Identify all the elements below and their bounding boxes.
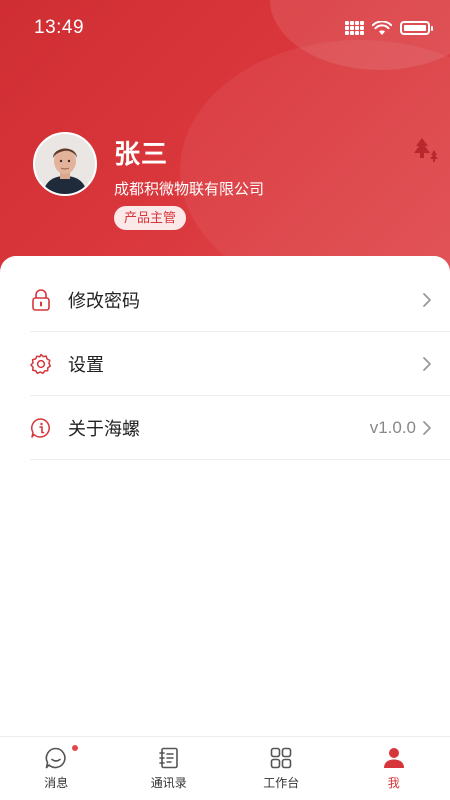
user-name: 张三 — [114, 139, 169, 169]
nav-contacts[interactable]: 通讯录 — [113, 737, 226, 800]
avatar[interactable] — [33, 132, 97, 196]
chevron-right-icon — [423, 356, 431, 371]
menu-about[interactable]: 关于海螺 v1.0.0 — [30, 396, 450, 460]
company-name: 成都积微物联有限公司 — [114, 181, 265, 198]
nav-workbench[interactable]: 工作台 — [225, 737, 338, 800]
gear-icon — [30, 353, 52, 375]
menu-label: 设置 — [68, 354, 104, 375]
settings-card: 修改密码 设置 关于海螺 v1.0.0 — [0, 256, 450, 736]
nav-me[interactable]: 我 — [338, 737, 450, 800]
status-bar: 13:49 — [0, 0, 450, 56]
grid-icon — [270, 747, 292, 769]
app-version: v1.0.0 — [369, 417, 416, 437]
lock-icon — [30, 288, 52, 311]
menu-label: 修改密码 — [68, 290, 140, 311]
signal-icon — [345, 21, 364, 35]
nav-label: 通讯录 — [150, 776, 187, 790]
chevron-right-icon — [423, 420, 431, 435]
chat-icon — [45, 747, 66, 769]
chevron-right-icon — [423, 292, 431, 307]
status-icons — [345, 20, 433, 36]
user-icon — [383, 748, 404, 768]
role-badge: 产品主管 — [114, 206, 187, 230]
notification-dot — [72, 745, 78, 751]
menu-label: 关于海螺 — [68, 418, 140, 439]
nav-label: 工作台 — [263, 776, 300, 790]
menu-change-password[interactable]: 修改密码 — [30, 268, 450, 332]
battery-icon — [400, 21, 433, 35]
nav-label: 我 — [387, 776, 400, 790]
nav-label: 消息 — [44, 776, 69, 790]
tree-decoration-icon — [414, 138, 438, 162]
wifi-icon — [372, 20, 392, 35]
contacts-icon — [158, 747, 178, 769]
header-decoration — [180, 40, 450, 280]
bottom-nav: 消息 通讯录 工作台 我 — [0, 736, 450, 800]
info-icon — [30, 417, 52, 439]
nav-messages[interactable]: 消息 — [0, 737, 113, 800]
menu-settings[interactable]: 设置 — [30, 332, 450, 396]
status-time: 13:49 — [34, 17, 85, 38]
